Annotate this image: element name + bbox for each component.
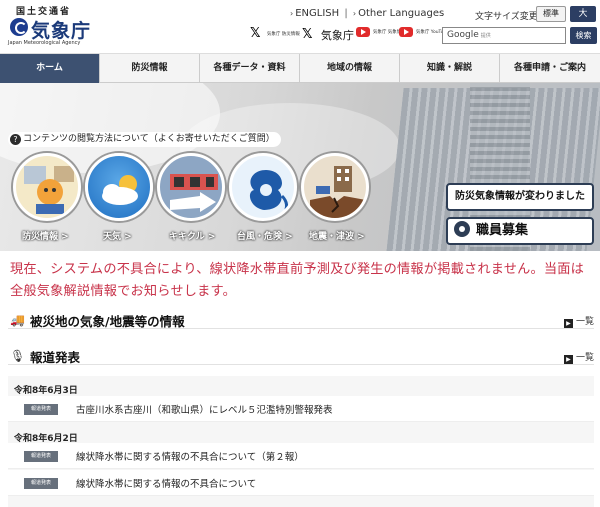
circle-label-kikikuru[interactable]: キキクル >	[169, 229, 215, 242]
more-label: 一覧	[575, 353, 594, 363]
search-button[interactable]: 検索	[570, 27, 597, 44]
circle-label-earthquake[interactable]: 地震・津波 >	[309, 229, 365, 242]
more-label: 一覧	[575, 317, 594, 327]
social-small-text: 気象庁 YouTube	[415, 29, 450, 35]
agency-name: 気象庁	[31, 20, 92, 42]
kikikuru-circle[interactable]	[157, 153, 225, 221]
nav-item-home[interactable]: ホーム	[0, 54, 100, 83]
weather-circle[interactable]	[85, 153, 153, 221]
social-x-jma[interactable]: 𝕏 気象庁	[302, 27, 354, 45]
search-provider-text: 提供	[480, 33, 491, 39]
press-date: 令和8年6月3日	[14, 386, 78, 396]
language-links: › ENGLISH | › Other Languages	[290, 8, 444, 19]
help-link[interactable]: ? コンテンツの閲覧方法について（よくお寄せいただくご質問）	[8, 132, 281, 147]
press-tag: 報道発表	[24, 451, 58, 462]
text-size-standard-button[interactable]: 標準	[536, 6, 566, 22]
typhoon-circle[interactable]	[229, 153, 297, 221]
main-nav: ホーム 防災情報 各種データ・資料 地域の情報 知識・解説 各種申請・ご案内	[0, 53, 600, 83]
disaster-area-more-link[interactable]: ▶ 一覧	[563, 314, 594, 328]
nav-item-applications[interactable]: 各種申請・ご案内	[500, 54, 600, 83]
youtube-icon	[356, 27, 370, 37]
text-size-large-button[interactable]: 大	[570, 6, 596, 22]
disaster-area-section-header: 🚚 被災地の気象/地震等の情報 ▶ 一覧	[8, 311, 594, 329]
search-input[interactable]: Google 提供	[442, 27, 566, 44]
disaster-info-changed-button[interactable]: 防災気象情報が変わりました	[446, 183, 594, 211]
divider: |	[344, 8, 348, 19]
site-logo[interactable]: 国土交通省 気象庁 Japan Meteorological Agency	[6, 4, 96, 48]
social-youtube-jma[interactable]: 気象庁 YouTube	[399, 27, 450, 45]
question-icon: ?	[10, 134, 21, 145]
truck-icon: 🚚	[10, 313, 25, 327]
disaster-area-title[interactable]: 被災地の気象/地震等の情報	[30, 311, 185, 330]
press-item-text[interactable]: 古座川水系古座川（和歌山県）にレベル５氾濫特別警報発表	[76, 402, 333, 416]
social-small-text: 気象庁 気象情報	[372, 29, 406, 35]
recruitment-button[interactable]: 職員募集	[446, 217, 594, 245]
typhoon-icon	[249, 170, 289, 215]
hero-banner: ? コンテンツの閲覧方法について（よくお寄せいただくご質問） 防災情報 > 天気…	[0, 83, 600, 251]
social-youtube-weather[interactable]: 気象庁 気象情報	[356, 27, 406, 45]
jma-logo-icon	[10, 18, 28, 36]
agency-name-en: Japan Meteorological Agency	[8, 40, 81, 46]
earthquake-icon	[310, 166, 366, 218]
site-header: 国土交通省 気象庁 Japan Meteorological Agency › E…	[0, 0, 600, 52]
circle-label-disaster-info[interactable]: 防災情報 >	[22, 229, 69, 242]
social-label: 気象庁	[320, 29, 354, 42]
circle-label-typhoon[interactable]: 台風・危険 >	[237, 229, 293, 242]
press-tag: 報道発表	[24, 478, 58, 489]
list-item[interactable]: 報道発表 線状降水帯に関する情報の不具合について	[8, 470, 594, 496]
press-section-header: 🎙 報道発表 ▶ 一覧	[8, 347, 594, 365]
recruitment-label: 職員募集	[476, 223, 529, 238]
microphone-icon: 🎙	[10, 349, 26, 363]
gear-icon	[454, 221, 470, 237]
social-small-text: 気象庁 防災情報	[266, 31, 300, 37]
earthquake-circle[interactable]	[301, 153, 369, 221]
press-title[interactable]: 報道発表	[30, 347, 80, 366]
text-size-label: 文字サイズ変更	[475, 12, 538, 22]
disaster-info-icon	[24, 166, 74, 214]
x-icon: 𝕏	[250, 26, 261, 41]
press-item-text[interactable]: 線状降水帯に関する情報の不具合について	[76, 476, 256, 490]
kikikuru-icon	[170, 174, 218, 212]
nav-item-regional[interactable]: 地域の情報	[300, 54, 400, 83]
chevron-right-icon: ▶	[563, 355, 573, 364]
nav-item-knowledge[interactable]: 知識・解説	[400, 54, 500, 83]
help-link-text: コンテンツの閲覧方法について（よくお寄せいただくご質問）	[23, 134, 275, 144]
system-notice: 現在、システムの不具合により、線状降水帯直前予測及び発生の情報が掲載されません。…	[10, 262, 585, 299]
disaster-info-circle[interactable]	[13, 153, 81, 221]
weather-icon	[102, 175, 138, 205]
google-brand: Google	[447, 30, 479, 40]
press-tag: 報道発表	[24, 404, 58, 415]
chevron-right-icon: ›	[290, 9, 294, 18]
nav-item-disaster-info[interactable]: 防災情報	[100, 54, 200, 83]
press-item-text[interactable]: 線状降水帯に関する情報の不具合について（第２報）	[76, 449, 304, 463]
circle-label-weather[interactable]: 天気 >	[103, 229, 132, 242]
chevron-right-icon: ›	[352, 9, 357, 18]
other-languages-link[interactable]: Other Languages	[358, 8, 444, 19]
list-item[interactable]: 報道発表 線状降水帯に関する情報の不具合について（第２報）	[8, 443, 594, 469]
press-more-link[interactable]: ▶ 一覧	[563, 350, 594, 364]
social-x-disaster[interactable]: 𝕏 気象庁 防災情報	[250, 26, 300, 45]
x-icon: 𝕏	[302, 27, 313, 42]
english-link[interactable]: ENGLISH	[295, 8, 339, 19]
chevron-right-icon: ▶	[563, 319, 573, 328]
youtube-icon	[399, 27, 413, 37]
nav-item-data[interactable]: 各種データ・資料	[200, 54, 300, 83]
list-item[interactable]: 報道発表 古座川水系古座川（和歌山県）にレベル５氾濫特別警報発表	[8, 396, 594, 422]
